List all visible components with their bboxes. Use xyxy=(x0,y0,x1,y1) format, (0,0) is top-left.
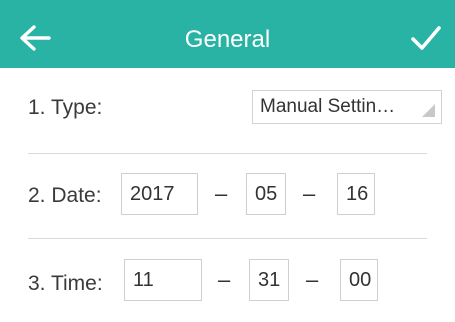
divider xyxy=(28,238,427,239)
time-separator: – xyxy=(306,267,319,292)
date-separator: – xyxy=(215,181,228,206)
time-minute-field[interactable]: 31 xyxy=(249,259,289,301)
date-day-field[interactable]: 16 xyxy=(337,173,375,215)
date-separator: – xyxy=(303,181,316,206)
type-select[interactable]: Manual Settin… xyxy=(252,90,442,124)
title-bar: General xyxy=(0,0,455,68)
date-month-field[interactable]: 05 xyxy=(246,173,286,215)
date-year-field[interactable]: 2017 xyxy=(121,173,198,215)
checkmark-icon xyxy=(411,26,441,50)
dropdown-arrow-icon xyxy=(422,104,435,117)
divider xyxy=(28,153,427,154)
date-label: 2. Date: xyxy=(28,184,102,207)
time-label: 3. Time: xyxy=(28,272,103,295)
screen: General 1. Type: Manual Settin… 2. Date:… xyxy=(0,0,455,322)
page-title: General xyxy=(184,26,271,53)
confirm-button[interactable] xyxy=(409,24,443,52)
time-second-field[interactable]: 00 xyxy=(340,259,378,301)
type-label: 1. Type: xyxy=(28,96,103,119)
type-select-value: Manual Settin… xyxy=(260,96,396,117)
time-hour-field[interactable]: 11 xyxy=(124,259,202,301)
time-separator: – xyxy=(218,267,231,292)
